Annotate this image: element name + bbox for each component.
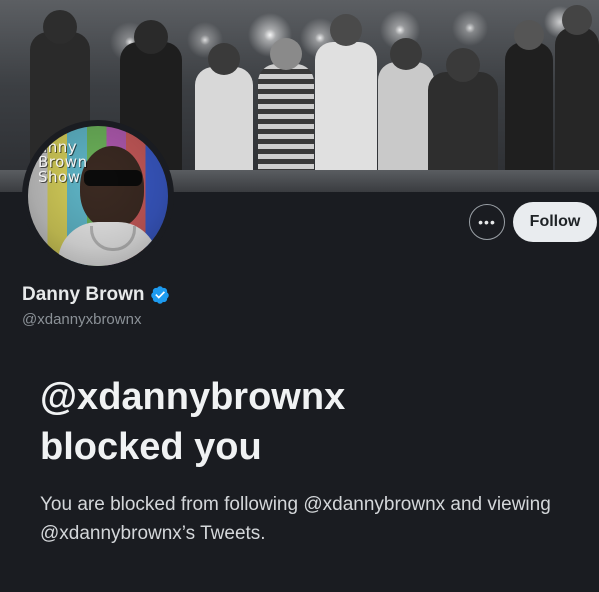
blocked-heading-line2: blocked you [40,426,262,468]
verified-badge-icon [151,286,170,304]
more-options-button[interactable]: ••• [469,204,505,240]
avatar-show-text: anny Brown Show [38,138,88,186]
profile-name-row: Danny Brown [22,284,170,306]
blocked-heading-line1: @xdannybrownx [40,376,346,418]
display-name: Danny Brown [22,284,145,305]
more-icon: ••• [478,214,496,230]
banner-figure [555,5,599,192]
blocked-description: You are blocked from following @xdannybr… [40,494,551,544]
blocked-heading: @xdannybrownx blocked you [40,372,580,472]
profile-handle: @xdannyxbrownx [22,311,142,328]
follow-button-label: Follow [529,213,581,230]
avatar[interactable]: anny Brown Show [28,126,168,266]
follow-button[interactable]: Follow [513,202,597,242]
